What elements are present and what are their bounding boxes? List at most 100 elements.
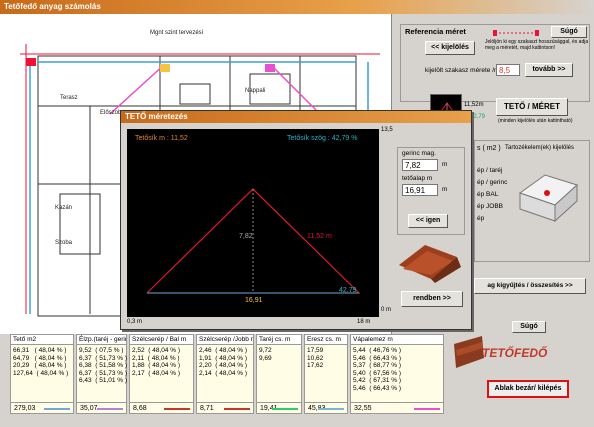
- roof-length-label: Tetősík m : 11,52: [135, 135, 188, 142]
- components-panel: s ( m2 ) Tartozékelem(ek) kijelölés ép /…: [474, 140, 590, 262]
- next-button[interactable]: tovább >>: [525, 63, 573, 77]
- series-color-swatch: [318, 408, 344, 410]
- series-color-swatch: [414, 408, 440, 410]
- confirm-button[interactable]: rendben >>: [401, 291, 463, 307]
- svg-text:Mgnt szint tervezési: Mgnt szint tervezési: [150, 30, 203, 36]
- column-total-value: 32,55: [354, 405, 372, 412]
- slope-label: 11,52 m: [307, 233, 332, 240]
- series-color-swatch: [224, 408, 250, 410]
- axis-bottom-label: 0 m: [381, 307, 392, 313]
- mini-angle-value: 42,79: [470, 114, 486, 120]
- column-row: 10,62: [307, 354, 324, 362]
- roof-illustration-icon: [399, 245, 461, 283]
- axis-right-label: 18 m: [357, 319, 371, 325]
- column-row: 127,64 ( 48,04 % ): [13, 369, 69, 377]
- column-row: 6,37 ( 51,73 % ): [79, 369, 128, 377]
- column-header: Taréj cs. m: [257, 335, 301, 345]
- reference-line-icon: [493, 30, 539, 36]
- roof-tile-icon: [454, 336, 484, 368]
- selection-back-button[interactable]: << kijelölés: [425, 41, 475, 55]
- tetofedo-logo: TETŐFEDŐ: [452, 334, 586, 374]
- column-row: 1,88 ( 48,04 % ): [132, 362, 181, 370]
- house-roof-icon: [518, 174, 578, 223]
- base-width-input[interactable]: 16,91: [402, 184, 438, 196]
- base-width-label: tetőalap m: [402, 175, 433, 182]
- column-header: Szélcserép /Jobb m: [197, 335, 253, 345]
- column-total: 8,71: [196, 402, 254, 414]
- column-row: 17,59: [307, 347, 324, 354]
- component-item[interactable]: ép: [477, 215, 484, 222]
- column-total-value: 279,03: [14, 405, 36, 412]
- help-button[interactable]: Súgó: [512, 321, 546, 333]
- column-row: 6,38 ( 51,58 % ): [79, 362, 128, 370]
- window-title: Tetőfedő anyag számolás: [0, 0, 594, 14]
- collect-summary-button[interactable]: ag kigyűjtés / összesítés >>: [474, 278, 586, 294]
- column-total-value: 35,07: [80, 405, 98, 412]
- column-total: 45,83: [304, 402, 348, 414]
- base-width-unit: m: [442, 186, 448, 193]
- close-exit-button[interactable]: Ablak bezár/ kilépés: [487, 380, 569, 398]
- height-label: 7,82: [239, 233, 253, 240]
- column-total-value: 8,71: [200, 405, 214, 412]
- column-row: 5,37 ( 68,77 % ): [353, 362, 402, 370]
- column-row: 17,62: [307, 362, 324, 370]
- reference-help-button[interactable]: Súgó: [551, 26, 587, 38]
- column-row: 5,46 ( 66,43 % ): [353, 385, 402, 392]
- ridge-height-unit: m: [442, 161, 448, 168]
- column-row: 5,40 ( 67,56 % ): [353, 369, 402, 377]
- roof-sizing-dialog: TETŐ méretezés Tetősík m : 11,52 Tetősík…: [120, 110, 472, 330]
- component-item[interactable]: ép JOBB: [477, 203, 503, 210]
- column-total: 279,03: [10, 402, 74, 414]
- ok-button[interactable]: << igen: [408, 214, 448, 228]
- reference-instruction: Jelöljön ki egy szakaszt hosszúsággal, é…: [485, 39, 589, 51]
- column-row: 2,11 ( 48,04 % ): [132, 354, 180, 362]
- column-row: 2,17 ( 48,04 % ): [132, 369, 181, 377]
- column-row: 2,46 ( 48,04 % ): [199, 347, 248, 354]
- component-item[interactable]: ép / gerinc: [477, 179, 507, 186]
- column-row: 66,31 ( 48,04 % ): [13, 347, 67, 354]
- column-total: 32,55: [350, 402, 444, 414]
- column-total: 8,68: [129, 402, 194, 414]
- base-label: 16,91: [245, 297, 263, 304]
- area-label: s ( m2 ): [477, 145, 501, 152]
- ridge-height-input[interactable]: 7,82: [402, 159, 438, 171]
- svg-text:Nappali: Nappali: [245, 88, 265, 94]
- axis-top-label: 13,5: [381, 127, 393, 133]
- column-row: 6,43 ( 51,01 % ): [79, 377, 128, 385]
- mini-slope-value: 11,52m: [464, 102, 484, 108]
- measure-input[interactable]: 8,5: [496, 64, 520, 76]
- column-row: 20,29 ( 48,04 % ): [13, 362, 67, 370]
- svg-text:Kazán: Kazán: [55, 205, 72, 211]
- component-item[interactable]: ép / taréj: [477, 167, 502, 174]
- column-header: Vápalemez m: [351, 335, 443, 345]
- column-header: Tető m2: [11, 335, 73, 345]
- series-color-swatch: [164, 408, 190, 410]
- column-row: 1,91 ( 48,04 % ): [199, 354, 248, 362]
- column-total-value: 8,68: [133, 405, 147, 412]
- svg-text:Szoba: Szoba: [55, 240, 73, 246]
- dialog-title: TETŐ méretezés: [121, 111, 471, 123]
- column-total: 35,07: [76, 402, 127, 414]
- ridge-height-label: gerinc mag.: [402, 150, 436, 157]
- column-row: 5,46 ( 66,43 % ): [353, 354, 402, 362]
- series-color-swatch: [97, 408, 123, 410]
- column-row: 5,42 ( 67,31 % ): [353, 377, 402, 385]
- column-row: 6,37 ( 51,73 % ): [79, 354, 128, 362]
- series-color-swatch: [272, 408, 298, 410]
- component-item[interactable]: ép BAL: [477, 191, 498, 198]
- column-row: 2,20 ( 48,04 % ): [199, 362, 248, 370]
- dimension-panel: gerinc mag. 7,82 m tetőalap m 16,91 m <<…: [397, 147, 465, 235]
- column-row: 2,14 ( 48,04 % ): [199, 369, 248, 377]
- column-header: Szélcserép / Bal m: [130, 335, 193, 345]
- column-total: 19,41: [256, 402, 302, 414]
- axis-left-label: 0,3 m: [127, 319, 143, 325]
- column-row: 9,69: [259, 354, 272, 362]
- column-row: 5,44 ( 46,76 % ): [353, 347, 402, 354]
- roof-size-button[interactable]: TETŐ / MÉRET: [496, 98, 568, 116]
- angle-label: 42,79: [339, 287, 357, 294]
- column-row: 9,72: [259, 347, 272, 354]
- column-header: Eresz cs. m: [305, 335, 347, 345]
- roof-canvas[interactable]: Tetősík m : 11,52 Tetősík szög : 42,79 %…: [127, 129, 379, 317]
- column-row: 9,52 ( 07,5 % ): [79, 347, 124, 354]
- svg-text:Terasz: Terasz: [60, 95, 78, 101]
